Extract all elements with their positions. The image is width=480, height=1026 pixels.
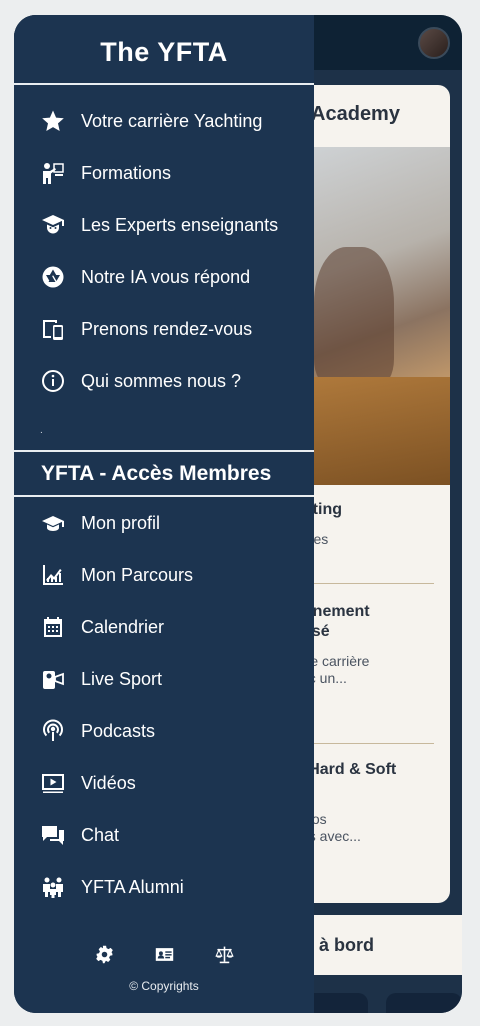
academy-card[interactable]: h Academy chting ur les agnement alisé o… bbox=[294, 85, 450, 903]
calendar-icon bbox=[40, 614, 66, 640]
scales-icon[interactable] bbox=[213, 943, 235, 965]
info-icon bbox=[40, 368, 66, 394]
menu-label: YFTA Alumni bbox=[81, 876, 184, 897]
avatar[interactable] bbox=[418, 27, 450, 59]
menu-item-rendez-vous[interactable]: Prenons rendez-vous bbox=[14, 307, 314, 351]
academy-photo bbox=[294, 147, 450, 485]
menu-item-carriere[interactable]: Votre carrière Yachting bbox=[14, 99, 314, 143]
chat-icon bbox=[40, 822, 66, 848]
menu-item-qui-sommes-nous[interactable]: Qui sommes nous ? bbox=[14, 359, 314, 403]
card-separator bbox=[294, 583, 434, 584]
divider bbox=[14, 83, 314, 85]
menu-label: Vidéos bbox=[81, 772, 136, 793]
copyright-text: © Copyrights bbox=[129, 979, 199, 993]
group-icon bbox=[40, 874, 66, 900]
card-separator bbox=[294, 743, 434, 744]
menu-label: Votre carrière Yachting bbox=[81, 110, 263, 131]
aperture-icon bbox=[40, 264, 66, 290]
menu-label: Les Experts enseignants bbox=[81, 214, 279, 235]
menu-item-podcasts[interactable]: Podcasts bbox=[14, 709, 314, 753]
gear-icon[interactable] bbox=[93, 943, 115, 965]
menu-label: Formations bbox=[81, 162, 172, 183]
onboard-label: à bord bbox=[319, 935, 375, 955]
menu-label: Mon Parcours bbox=[81, 564, 194, 585]
teacher-icon bbox=[40, 160, 66, 186]
menu-label: Prenons rendez-vous bbox=[81, 318, 253, 339]
podcast-icon bbox=[40, 718, 66, 744]
onboard-card[interactable]: à bord bbox=[294, 915, 462, 975]
members-section-title: YFTA - Accès Membres bbox=[41, 462, 272, 485]
graduate-icon bbox=[40, 212, 66, 238]
chart-icon bbox=[40, 562, 66, 588]
menu-label: Notre IA vous répond bbox=[81, 266, 251, 287]
divider bbox=[14, 495, 314, 497]
navigation-drawer: The YFTA Votre carrière Yachting Formati… bbox=[14, 15, 314, 1013]
menu-item-mon-profil[interactable]: Mon profil bbox=[14, 501, 314, 545]
bottom-tab[interactable] bbox=[386, 993, 462, 1013]
phone-frame: h Academy chting ur les agnement alisé o… bbox=[14, 15, 462, 1013]
star-icon bbox=[40, 108, 66, 134]
video-icon bbox=[40, 770, 66, 796]
menu-label: Chat bbox=[81, 824, 120, 845]
divider bbox=[14, 450, 314, 452]
id-card-icon[interactable] bbox=[153, 943, 175, 965]
menu-item-live-sport[interactable]: Live Sport bbox=[14, 657, 314, 701]
menu-item-videos[interactable]: Vidéos bbox=[14, 761, 314, 805]
menu-item-ia[interactable]: Notre IA vous répond bbox=[14, 255, 314, 299]
drawer-title: The YFTA bbox=[100, 37, 228, 67]
menu-item-alumni[interactable]: YFTA Alumni bbox=[14, 865, 314, 909]
mortarboard-icon bbox=[40, 510, 66, 536]
menu-label: Qui sommes nous ? bbox=[81, 370, 242, 391]
menu-label: Podcasts bbox=[81, 720, 156, 741]
menu-label: Calendrier bbox=[81, 616, 165, 637]
menu-item-calendrier[interactable]: Calendrier bbox=[14, 605, 314, 649]
menu-label: Mon profil bbox=[81, 512, 161, 533]
devices-icon bbox=[40, 316, 66, 342]
separator-dot: . bbox=[40, 425, 43, 436]
camera-icon bbox=[40, 666, 66, 692]
menu-label: Live Sport bbox=[81, 668, 163, 689]
menu-item-experts[interactable]: Les Experts enseignants bbox=[14, 203, 314, 247]
menu-item-mon-parcours[interactable]: Mon Parcours bbox=[14, 553, 314, 597]
menu-item-formations[interactable]: Formations bbox=[14, 151, 314, 195]
menu-item-chat[interactable]: Chat bbox=[14, 813, 314, 857]
drawer-footer bbox=[14, 943, 314, 967]
